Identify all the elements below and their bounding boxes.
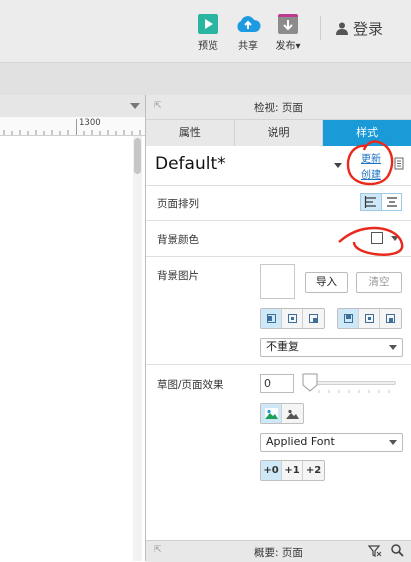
download-icon (278, 14, 298, 34)
publish-button[interactable]: 发布▾ (268, 14, 308, 52)
publish-label: 发布▾ (275, 41, 301, 52)
repeat-select-value: 不重复 (266, 340, 299, 353)
import-button[interactable]: 导入 (305, 272, 348, 293)
font-adjust-2-button[interactable]: +2 (303, 461, 324, 480)
font-adjust-group: +0 +1 +2 (260, 460, 325, 481)
h-align-group (260, 308, 325, 329)
filter-icon[interactable] (368, 545, 382, 557)
chevron-down-icon (389, 345, 397, 350)
grayscale-image-button[interactable] (282, 404, 303, 423)
ruler-label: 1300 (79, 118, 101, 128)
update-link[interactable]: 更新 (361, 150, 381, 165)
ruler-ticks (3, 119, 141, 135)
align-left-button[interactable] (361, 194, 382, 210)
canvas-header (0, 95, 146, 118)
outline-panel-header: ⇱ 概要: 页面 (146, 540, 411, 562)
panel-tabs: 属性 说明 样式 (146, 120, 411, 146)
page-arrange-label: 页面排列 (157, 198, 199, 210)
login-label: 登录 (353, 20, 384, 38)
share-button[interactable]: 共享 (228, 14, 268, 52)
secondary-toolbar (0, 62, 411, 96)
font-select[interactable]: Applied Font (260, 433, 403, 452)
scrollbar-thumb[interactable] (134, 138, 141, 174)
color-mode-group (260, 403, 304, 424)
share-label: 共享 (238, 41, 258, 52)
font-adjust-0-button[interactable]: +0 (261, 461, 282, 480)
top-toolbar: 预览 共享 发布▾ 登录 (0, 0, 411, 62)
divider (146, 185, 411, 186)
panel-header: ⇱ 检视: 页面 (146, 95, 411, 120)
color-dropdown-icon[interactable] (391, 236, 399, 241)
color-image-button[interactable] (261, 404, 282, 423)
play-icon (198, 14, 218, 34)
bg-color-label: 背景颜色 (157, 234, 199, 246)
vertical-scrollbar[interactable] (133, 136, 142, 561)
login-button[interactable]: 登录 (336, 18, 383, 39)
divider (146, 364, 411, 365)
preview-label: 预览 (198, 41, 218, 52)
h-align-right-button[interactable] (303, 309, 324, 328)
slider-ticks (318, 390, 390, 393)
cloud-upload-icon (237, 14, 261, 34)
style-name: Default* (155, 154, 226, 174)
image-color-icon (264, 408, 278, 419)
tab-notes[interactable]: 说明 (234, 120, 324, 146)
image-gray-icon (286, 409, 299, 419)
toolbar-divider (320, 16, 321, 40)
clear-button[interactable]: 清空 (356, 272, 402, 293)
v-align-group (337, 308, 402, 329)
bg-image-label: 背景图片 (157, 270, 199, 282)
chevron-down-icon[interactable] (130, 103, 140, 109)
sketch-label: 草图/页面效果 (157, 379, 224, 391)
page-align-group (360, 193, 402, 211)
sketch-slider[interactable] (306, 381, 396, 385)
search-icon[interactable] (391, 544, 404, 557)
panel-title: 检视: 页面 (254, 102, 303, 114)
font-adjust-1-button[interactable]: +1 (282, 461, 303, 480)
repeat-select[interactable]: 不重复 (260, 338, 403, 357)
v-align-middle-button[interactable] (359, 309, 380, 328)
user-icon (336, 22, 348, 35)
slider-handle[interactable] (302, 373, 318, 392)
preview-button[interactable]: 预览 (188, 14, 228, 52)
chevron-down-icon (389, 440, 397, 445)
h-align-center-button[interactable] (282, 309, 303, 328)
h-align-left-button[interactable] (261, 309, 282, 328)
align-center-button[interactable] (382, 194, 402, 210)
image-preview[interactable] (260, 264, 295, 299)
divider (146, 256, 411, 257)
style-dropdown-icon[interactable] (334, 163, 342, 168)
design-canvas[interactable] (0, 136, 146, 561)
divider (146, 220, 411, 221)
v-align-bottom-button[interactable] (380, 309, 401, 328)
create-link[interactable]: 创建 (361, 166, 381, 181)
tab-properties[interactable]: 属性 (146, 120, 235, 146)
font-select-value: Applied Font (266, 435, 335, 448)
manage-styles-icon[interactable] (393, 157, 407, 171)
tab-style[interactable]: 样式 (323, 120, 411, 146)
sketch-value-input[interactable]: 0 (260, 374, 294, 393)
v-align-top-button[interactable] (338, 309, 359, 328)
color-swatch[interactable] (371, 232, 383, 244)
horizontal-ruler: 1300 (0, 117, 146, 136)
